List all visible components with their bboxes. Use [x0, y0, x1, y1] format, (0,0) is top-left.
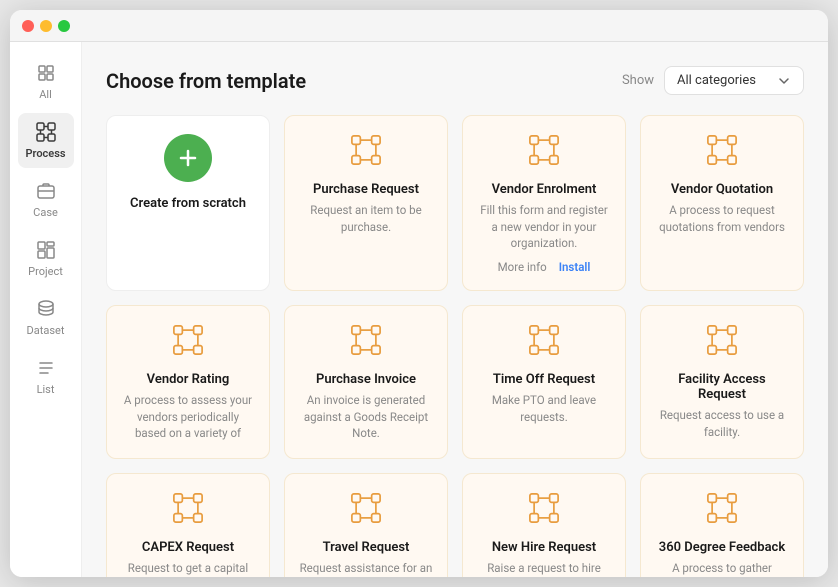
card-title: Travel Request	[323, 540, 410, 555]
more-info-link[interactable]: More info	[498, 260, 547, 274]
sidebar-item-all[interactable]: All	[18, 54, 74, 109]
create-plus-icon	[164, 134, 212, 182]
card-capex-request[interactable]: CAPEX Request Request to get a capital e…	[106, 473, 270, 577]
template-grid: Create from scratch Purchase Request Req…	[106, 115, 804, 577]
card-title: Vendor Rating	[147, 372, 230, 387]
card-vendor-enrolment[interactable]: Vendor Enrolment Fill this form and regi…	[462, 115, 626, 291]
project-icon	[35, 239, 57, 261]
category-dropdown[interactable]: All categories	[664, 66, 804, 95]
sidebar-label-all: All	[39, 88, 52, 101]
template-icon	[528, 134, 560, 170]
install-button[interactable]: Install	[559, 260, 591, 274]
template-icon	[172, 324, 204, 360]
card-travel-request[interactable]: Travel Request Request assistance for an…	[284, 473, 448, 577]
card-title: 360 Degree Feedback	[659, 540, 785, 555]
sidebar-item-dataset[interactable]: Dataset	[18, 290, 74, 345]
card-description: A process to gather feedback about an em…	[655, 560, 789, 577]
card-vendor-rating[interactable]: Vendor Rating A process to assess your v…	[106, 305, 270, 459]
sidebar-label-list: List	[37, 383, 55, 396]
template-icon	[350, 492, 382, 528]
sidebar-item-case[interactable]: Case	[18, 172, 74, 227]
dataset-icon	[35, 298, 57, 320]
card-title: Time Off Request	[493, 372, 595, 387]
main-content: Choose from template Show All categories	[82, 42, 828, 577]
card-description: Make PTO and leave requests.	[477, 392, 611, 425]
card-time-off-request[interactable]: Time Off Request Make PTO and leave requ…	[462, 305, 626, 459]
card-title: Vendor Quotation	[671, 182, 773, 197]
card-title: Vendor Enrolment	[492, 182, 597, 197]
card-title: New Hire Request	[492, 540, 596, 555]
sidebar: All Process	[10, 42, 82, 577]
template-icon	[706, 134, 738, 170]
card-description: Raise a request to hire new staff for yo…	[477, 560, 611, 577]
card-purchase-invoice[interactable]: Purchase Invoice An invoice is generated…	[284, 305, 448, 459]
card-description: Request an item to be purchase.	[299, 202, 433, 235]
card-vendor-quotation[interactable]: Vendor Quotation A process to request qu…	[640, 115, 804, 291]
template-icon	[706, 492, 738, 528]
card-description: Fill this form and register a new vendor…	[477, 202, 611, 252]
list-icon	[35, 357, 57, 379]
template-icon	[528, 492, 560, 528]
card-title: Create from scratch	[130, 196, 246, 211]
card-description: Request access to use a facility.	[655, 407, 789, 440]
card-new-hire-request[interactable]: New Hire Request Raise a request to hire…	[462, 473, 626, 577]
category-label: All categories	[677, 73, 756, 88]
header-right: Show All categories	[622, 66, 804, 95]
sidebar-label-dataset: Dataset	[27, 324, 65, 337]
card-360-feedback[interactable]: 360 Degree Feedback A process to gather …	[640, 473, 804, 577]
app-body: All Process	[10, 42, 828, 577]
show-label: Show	[622, 73, 654, 88]
sidebar-item-list[interactable]: List	[18, 349, 74, 404]
card-title: CAPEX Request	[142, 540, 234, 555]
template-icon	[350, 134, 382, 170]
card-description: Request assistance for an upcoming trave…	[299, 560, 433, 577]
card-facility-access[interactable]: Facility Access Request Request access t…	[640, 305, 804, 459]
plus-icon	[176, 146, 200, 170]
card-title: Purchase Invoice	[316, 372, 416, 387]
main-header: Choose from template Show All categories	[106, 66, 804, 95]
sidebar-label-case: Case	[33, 206, 58, 219]
template-icon	[350, 324, 382, 360]
titlebar	[10, 10, 828, 42]
process-icon	[35, 121, 57, 143]
card-footer: More info Install	[498, 260, 591, 274]
page-title: Choose from template	[106, 69, 306, 93]
minimize-btn[interactable]	[40, 20, 52, 32]
sidebar-label-project: Project	[28, 265, 63, 278]
close-btn[interactable]	[22, 20, 34, 32]
app-window: All Process	[10, 10, 828, 577]
case-icon	[35, 180, 57, 202]
card-description: Request to get a capital expenditure app…	[121, 560, 255, 577]
maximize-btn[interactable]	[58, 20, 70, 32]
card-purchase-request[interactable]: Purchase Request Request an item to be p…	[284, 115, 448, 291]
card-description: An invoice is generated against a Goods …	[299, 392, 433, 442]
chevron-down-icon	[777, 74, 791, 88]
sidebar-label-process: Process	[25, 147, 65, 160]
card-title: Purchase Request	[313, 182, 419, 197]
grid-icon	[35, 62, 57, 84]
card-title: Facility Access Request	[655, 372, 789, 402]
template-icon	[706, 324, 738, 360]
card-description: A process to assess your vendors periodi…	[121, 392, 255, 442]
sidebar-item-project[interactable]: Project	[18, 231, 74, 286]
card-description: A process to request quotations from ven…	[655, 202, 789, 235]
sidebar-item-process[interactable]: Process	[18, 113, 74, 168]
template-icon	[528, 324, 560, 360]
template-icon	[172, 492, 204, 528]
card-create-scratch[interactable]: Create from scratch	[106, 115, 270, 291]
